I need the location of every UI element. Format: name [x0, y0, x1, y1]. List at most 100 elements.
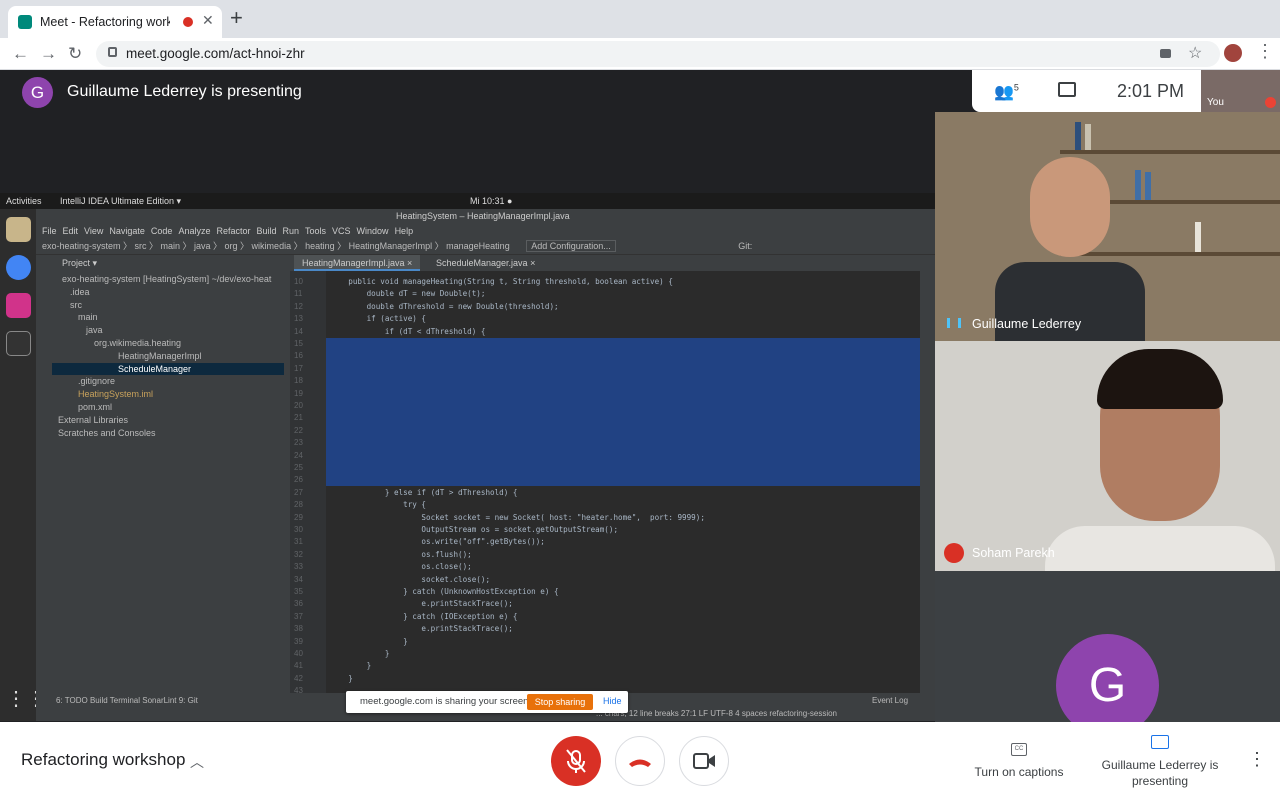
self-mic-off-icon	[1265, 97, 1276, 108]
stop-sharing-button[interactable]: Stop sharing	[527, 694, 593, 710]
code-line: public void manageHeating(String t, Stri…	[330, 277, 673, 286]
meet-favicon-icon	[18, 15, 32, 29]
project-tree: exo-heating-system [HeatingSystem] ~/dev…	[50, 271, 290, 693]
code-line: } else if (dT > dThreshold) {	[330, 487, 518, 497]
captions-button-label[interactable]: Turn on captions	[960, 765, 1078, 779]
line-number: 31	[294, 537, 303, 547]
profile-avatar[interactable]	[1224, 44, 1242, 62]
browser-menu-icon[interactable]: ⋮	[1256, 41, 1274, 61]
tree-item: .gitignore	[78, 376, 116, 387]
camera-in-use-icon[interactable]	[1160, 49, 1171, 58]
desktop-top-bar: Activities IntelliJ IDEA Ultimate Editio…	[0, 193, 935, 209]
back-arrow-icon[interactable]: ←	[12, 44, 29, 64]
ide-breadcrumb: exo-heating-system 〉 src 〉 main 〉 java 〉…	[42, 241, 510, 251]
tab-title: Meet - Refactoring worksho	[40, 15, 170, 29]
clock-time: 2:01 PM	[1117, 81, 1185, 101]
line-number: 23	[294, 438, 303, 448]
video-camera-icon	[693, 753, 715, 769]
tree-item: src	[70, 299, 82, 310]
browser-tab[interactable]: Meet - Refactoring worksho ✕	[8, 6, 222, 38]
code-line: try {	[330, 500, 427, 510]
meeting-info-panel: 👥5 2:01 PM	[972, 70, 1201, 112]
participant-name: Guillaume Lederrey	[972, 317, 1082, 331]
code-line: os.write("off".getBytes());	[330, 537, 545, 547]
presenting-text: Guillaume Lederrey is presenting	[67, 83, 302, 100]
captions-icon[interactable]: CC	[1011, 743, 1027, 756]
intellij-app-icon	[6, 293, 31, 318]
forward-arrow-icon[interactable]: →	[40, 44, 57, 64]
present-screen-icon[interactable]	[1151, 735, 1169, 749]
line-number: 38	[294, 624, 303, 634]
tree-item: Scratches and Consoles	[58, 427, 156, 438]
line-number: 20	[294, 401, 303, 410]
people-icon[interactable]: 👥5	[994, 82, 1019, 102]
ide-menu-item: Edit	[62, 226, 79, 236]
line-number: 26	[294, 475, 303, 485]
share-banner-text: meet.google.com is sharing your screen.	[360, 696, 532, 707]
mic-toggle-button[interactable]	[551, 736, 601, 786]
code-line: }	[330, 636, 408, 646]
editor-tab: HeatingManagerImpl.java ×	[294, 255, 421, 271]
app-menu-label: IntelliJ IDEA Ultimate Edition ▾	[60, 196, 182, 206]
participant-count: 5	[1013, 82, 1019, 93]
line-number: 18	[294, 376, 303, 386]
line-number: 36	[294, 599, 303, 609]
line-number-gutter: 10 11 12 13 14 15 16 17 18 19 20 21 22 23 24 25 26 27 28 29…	[290, 271, 326, 695]
presenting-button-label[interactable]: Guillaume Lederrey is presenting	[1100, 757, 1220, 789]
code-selection-highlight	[326, 338, 920, 486]
hang-up-icon	[629, 759, 651, 767]
address-bar[interactable]: meet.google.com/act-hnoi-zhr ☆	[96, 41, 1220, 67]
ide-window-title: HeatingSystem – HeatingManagerImpl.java	[36, 209, 935, 224]
tree-item: External Libraries	[58, 414, 129, 425]
chrome-app-icon	[6, 255, 31, 280]
line-number: 11	[294, 289, 303, 299]
reload-icon[interactable]: ↻	[68, 44, 82, 64]
line-number: 24	[294, 450, 303, 460]
participant-hair	[1097, 349, 1223, 409]
line-number: 39	[294, 636, 303, 646]
code-line: os.close();	[330, 562, 472, 572]
tree-item: .idea	[70, 286, 90, 297]
code-line: double dT = new Double(t);	[330, 289, 486, 299]
new-tab-button[interactable]: +	[230, 7, 243, 29]
bookmark-star-icon[interactable]: ☆	[1188, 43, 1202, 63]
ide-menu-item: Refactor	[216, 226, 251, 236]
editor-tab: ScheduleManager.java ×	[436, 258, 536, 268]
tree-item: exo-heating-system [HeatingSystem] ~/dev…	[62, 274, 272, 284]
chat-icon[interactable]	[1058, 82, 1076, 97]
tab-close-icon[interactable]: ✕	[202, 12, 214, 29]
camera-toggle-button[interactable]	[679, 736, 729, 786]
line-number: 19	[294, 388, 303, 398]
code-line: }	[330, 673, 353, 683]
code-line: } catch (UnknownHostException e) {	[330, 587, 559, 596]
ide-status-text: ... chars, 12 line breaks 27:1 LF UTF-8 …	[596, 709, 837, 718]
line-number: 12	[294, 301, 303, 311]
line-number: 10	[294, 277, 303, 286]
ide-title-text: HeatingSystem – HeatingManagerImpl.java	[396, 211, 570, 221]
participant-tile[interactable]: Soham Parekh	[935, 341, 1280, 571]
self-view-tile[interactable]: You	[1201, 70, 1280, 112]
ide-left-tool-strip	[36, 255, 50, 695]
bookshelf-decoration	[1060, 252, 1280, 256]
line-number: 21	[294, 413, 303, 423]
code-line: e.printStackTrace();	[330, 624, 513, 634]
leave-call-button[interactable]	[615, 736, 665, 786]
ide-menu-item: Navigate	[109, 226, 145, 236]
book-decoration	[1135, 170, 1141, 200]
line-number: 35	[294, 587, 303, 596]
bookshelf-decoration	[1060, 150, 1280, 154]
line-number: 32	[294, 549, 303, 559]
more-options-icon[interactable]: ⋮	[1248, 749, 1266, 769]
tree-item: java	[86, 325, 103, 336]
code-line: if (active) {	[330, 314, 427, 324]
meeting-title[interactable]: Refactoring workshop	[21, 750, 185, 770]
code-line: os.flush();	[330, 549, 472, 559]
code-line: } catch (IOException e) {	[330, 611, 518, 621]
line-number: 15	[294, 339, 303, 348]
tree-item: HeatingManagerImpl	[118, 350, 202, 361]
ide-menu-item: Code	[150, 226, 173, 236]
hide-banner-button[interactable]: Hide	[603, 696, 622, 706]
chevron-up-icon[interactable]: ︿	[190, 752, 204, 772]
participant-tile[interactable]: Guillaume Lederrey	[935, 112, 1280, 341]
project-panel-header: Project ▾	[50, 255, 290, 271]
